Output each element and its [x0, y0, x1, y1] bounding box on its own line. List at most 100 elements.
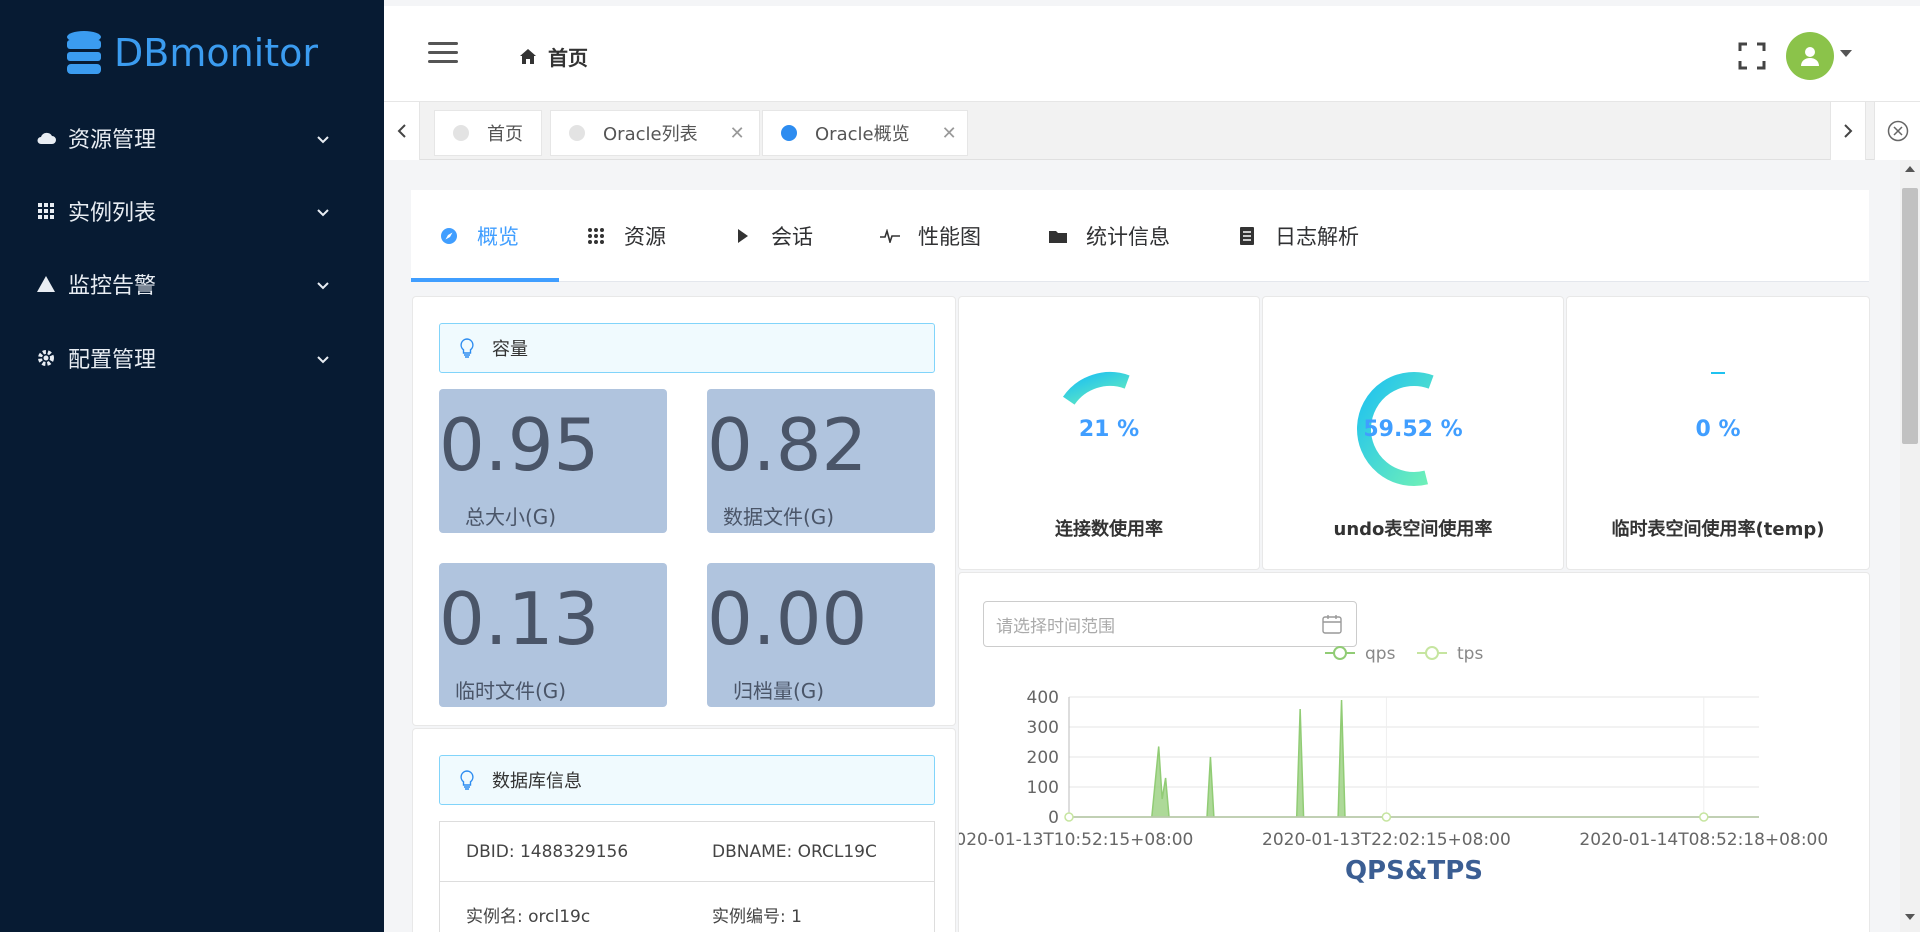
scroll-down-arrow-icon[interactable] [1905, 914, 1915, 920]
tab-label: 概览 [477, 225, 519, 249]
grid-icon [586, 226, 606, 246]
gauge-title: 临时表空间使用率(temp) [1611, 519, 1825, 540]
scroll-up-arrow-icon[interactable] [1905, 166, 1915, 172]
dbinfo-title: 数据库信息 [492, 771, 582, 792]
instance-name-value: 实例名: orcl19c [466, 907, 591, 927]
tab-label: 性能图 [918, 225, 981, 249]
hamburger-menu-icon[interactable] [428, 42, 458, 66]
gauge-arc [1063, 372, 1130, 405]
tab-label: Oracle列表 [603, 124, 698, 145]
y-tick-label: 100 [1027, 778, 1059, 798]
home-icon [520, 49, 536, 64]
y-tick-label: 200 [1027, 748, 1059, 768]
tab-label: 会话 [771, 225, 813, 249]
capacity-value: 0.95 [439, 403, 600, 487]
qps-tps-chart: qps tps 0 100 200 300 400 2020-01-13T10:52:15+0… [959, 644, 1828, 886]
gauge-chart [1357, 372, 1434, 486]
gauge-title: undo表空间使用率 [1333, 519, 1493, 540]
capacity-label: 临时文件(G) [455, 679, 567, 703]
capacity-value: 0.82 [707, 403, 868, 487]
sidebar-item-instances[interactable]: 实例列表 [0, 183, 384, 239]
tab-oracle-overview[interactable]: Oracle概览 ✕ [762, 110, 968, 156]
table-row: DBID: 1488329156 DBNAME: ORCL19C [440, 822, 934, 882]
chevron-left-icon [397, 124, 406, 138]
avatar[interactable] [1786, 32, 1834, 80]
temp-usage-card: 0 % 临时表空间使用率(temp) [1566, 296, 1870, 570]
sidebar-item-label: 实例列表 [68, 201, 157, 226]
tab-statistics[interactable]: 统计信息 [1048, 190, 1170, 282]
dbname-value: DBNAME: ORCL19C [712, 842, 877, 862]
x-tick-label: 2020-01-13T22:02:15+08:00 [1262, 830, 1511, 850]
gauge-chart [1063, 372, 1130, 405]
document-icon [1237, 226, 1257, 246]
tabs-bar: 首页 Oracle列表 ✕ Oracle概览 ✕ [384, 102, 1920, 160]
tab-performance[interactable]: 性能图 [880, 190, 981, 282]
data-point-marker [1381, 812, 1392, 822]
pulse-icon [880, 226, 900, 246]
data-point-marker [1064, 812, 1074, 822]
gauge-chart [1711, 372, 1725, 374]
capacity-card: 容量 0.95 总大小(G) 0.82 数据文件(G) 0.13 临时文件(G)… [412, 296, 956, 726]
y-tick-label: 0 [1048, 808, 1059, 828]
tab-resources[interactable]: 资源 [586, 190, 666, 282]
warning-icon [36, 274, 56, 294]
logo[interactable]: DBmonitor [66, 28, 318, 78]
tab-label: 统计信息 [1086, 225, 1170, 249]
y-tick-label: 400 [1027, 688, 1059, 708]
capacity-title: 容量 [492, 339, 528, 360]
series-area-qps [1069, 699, 1759, 818]
date-range-placeholder: 请选择时间范围 [996, 616, 1115, 637]
tab-label: 资源 [624, 225, 666, 249]
capacity-label: 数据文件(G) [723, 505, 835, 529]
close-icon[interactable]: ✕ [730, 123, 745, 144]
tab-overview[interactable]: 概览 [439, 190, 519, 282]
close-icon[interactable]: ✕ [942, 123, 957, 144]
tabs-scroll-left-button[interactable] [384, 102, 420, 160]
tab-oracle-list[interactable]: Oracle列表 ✕ [550, 110, 760, 156]
sidebar: DBmonitor 资源管理 实例列表 监控告警 配置管理 [0, 0, 384, 932]
capacity-archive: 0.00 归档量(G) [707, 563, 935, 707]
sidebar-item-resources[interactable]: 资源管理 [0, 110, 384, 166]
undo-usage-card: 59.52 % undo表空间使用率 [1262, 296, 1564, 570]
tab-sessions[interactable]: 会话 [733, 190, 813, 282]
instance-number-value: 实例编号: 1 [712, 907, 802, 927]
capacity-label: 归档量(G) [733, 679, 825, 703]
tab-home[interactable]: 首页 [434, 110, 542, 156]
capacity-tempfiles: 0.13 临时文件(G) [439, 563, 667, 707]
dbinfo-card: 数据库信息 DBID: 1488329156 DBNAME: ORCL19C 实… [412, 728, 956, 932]
chevron-down-icon [316, 346, 330, 371]
database-icon [67, 31, 101, 74]
breadcrumb[interactable]: 首页 [520, 42, 588, 71]
chevron-down-icon [316, 126, 330, 151]
gauge-percent: 0 % [1695, 417, 1741, 442]
cloud-icon [36, 128, 56, 148]
main-content: 概览 资源 会话 性能图 统计信息 日志解析 容量 0.95 总大小(G) 0.… [384, 160, 1900, 932]
table-row: 实例名: orcl19c 实例编号: 1 [440, 882, 934, 932]
sidebar-item-alerts[interactable]: 监控告警 [0, 256, 384, 312]
tab-dot [781, 125, 797, 141]
vertical-scrollbar[interactable] [1900, 160, 1920, 932]
dbinfo-table: DBID: 1488329156 DBNAME: ORCL19C 实例名: or… [439, 821, 935, 932]
qps-tps-card: 请选择时间范围 qps tps 0 100 200 300 400 2020-01-13T10… [958, 572, 1870, 932]
close-all-tabs-button[interactable] [1874, 102, 1920, 160]
tab-log-analysis[interactable]: 日志解析 [1237, 190, 1359, 282]
sidebar-item-config[interactable]: 配置管理 [0, 330, 384, 386]
tab-label: Oracle概览 [815, 124, 910, 145]
capacity-label: 总大小(G) [465, 505, 557, 529]
top-header: 首页 [384, 6, 1920, 102]
caret-down-icon[interactable] [1840, 50, 1852, 57]
legend-marker [1425, 646, 1439, 660]
sidebar-item-label: 资源管理 [68, 128, 157, 153]
scrollbar-thumb[interactable] [1902, 188, 1918, 444]
fullscreen-icon[interactable] [1738, 42, 1766, 70]
tabs-scroll-right-button[interactable] [1830, 102, 1866, 160]
date-range-picker[interactable]: 请选择时间范围 [983, 601, 1357, 647]
gauge-title: 连接数使用率 [1055, 519, 1163, 540]
connection-usage-card: 21 % 连接数使用率 [958, 296, 1260, 570]
legend-label: qps [1365, 644, 1396, 664]
play-icon [733, 226, 753, 246]
active-tab-underline [411, 278, 559, 282]
logo-text: DBmonitor [114, 31, 319, 75]
chart-title: QPS&TPS [1345, 856, 1483, 886]
x-tick-label: 2020-01-14T08:52:18+08:00 [1579, 830, 1828, 850]
